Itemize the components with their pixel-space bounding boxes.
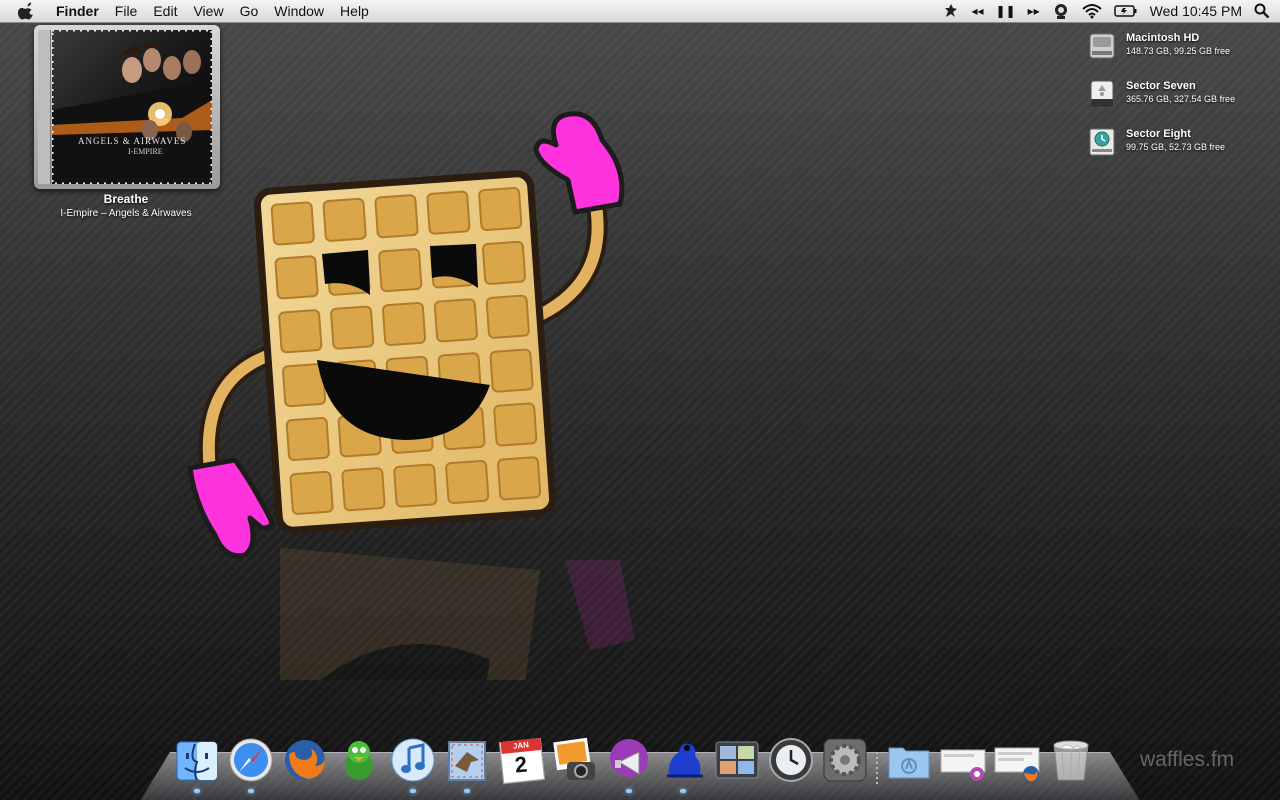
dock-item-frog[interactable] xyxy=(656,736,710,793)
finder-icon xyxy=(176,741,218,781)
waffle-left-mitten xyxy=(187,457,274,559)
dock-item-mail[interactable] xyxy=(440,736,494,793)
megaphone-icon xyxy=(610,739,648,777)
dock-item-time-machine[interactable] xyxy=(764,736,818,790)
firefox-icon xyxy=(285,740,325,780)
trash-icon xyxy=(1053,740,1089,781)
battery-icon[interactable] xyxy=(1113,0,1138,22)
time-machine-drive-icon xyxy=(1089,128,1115,156)
desktop[interactable]: Finder File Edit View Go Window Help ◂◂ … xyxy=(0,0,1280,800)
itunes-prev-icon[interactable]: ◂◂ xyxy=(971,0,983,22)
volume-info: 99.75 GB, 52.73 GB free xyxy=(1126,142,1226,152)
volume-name: Macintosh HD xyxy=(1126,32,1200,44)
menu-help[interactable]: Help xyxy=(332,0,377,22)
running-indicator xyxy=(464,789,470,793)
cd-case-spine xyxy=(38,30,51,184)
growl-icon[interactable] xyxy=(943,0,959,22)
ical-icon: JAN 2 xyxy=(497,736,546,785)
calendar-day: 2 xyxy=(513,751,529,778)
menu-edit[interactable]: Edit xyxy=(145,0,185,22)
apple-icon[interactable] xyxy=(18,2,36,20)
menu-go[interactable]: Go xyxy=(232,0,267,22)
waffle-right-mitten xyxy=(533,111,625,215)
spotlight-icon[interactable] xyxy=(1254,0,1270,22)
running-indicator xyxy=(410,789,416,793)
dock-item-finder[interactable] xyxy=(170,736,224,793)
dock-item-trash[interactable] xyxy=(1044,736,1098,790)
spaces-icon xyxy=(715,741,759,779)
dock-item-adium[interactable] xyxy=(332,736,386,790)
menu-view[interactable]: View xyxy=(185,0,231,22)
dock-item-ical[interactable]: JAN 2 xyxy=(494,736,548,790)
waffle-reflection xyxy=(280,548,635,680)
time-machine-icon xyxy=(769,738,813,782)
menu-window[interactable]: Window xyxy=(266,0,332,22)
menu-bar: Finder File Edit View Go Window Help ◂◂ … xyxy=(0,0,1280,23)
dock-item-iphoto[interactable] xyxy=(548,736,602,790)
running-indicator xyxy=(680,789,686,793)
dock: JAN 2 xyxy=(170,730,1098,793)
dock-item-safari[interactable] xyxy=(224,736,278,793)
firewire-drive-icon xyxy=(1090,80,1114,108)
hard-drive-icon xyxy=(1089,33,1115,59)
volume-info: 148.73 GB, 99.25 GB free xyxy=(1126,46,1231,56)
volume-name: Sector Eight xyxy=(1126,128,1191,140)
adium-icon xyxy=(345,741,373,780)
menu-file[interactable]: File xyxy=(107,0,146,22)
folder-icon xyxy=(888,747,930,779)
clock[interactable]: Wed 10:45 PM xyxy=(1150,0,1242,22)
volume-macintosh-hd[interactable]: Macintosh HD 148.73 GB, 99.25 GB free xyxy=(1088,31,1268,75)
dock-item-hype[interactable] xyxy=(602,736,656,793)
dock-item-system-preferences[interactable] xyxy=(818,736,872,790)
waffle-body xyxy=(253,170,557,534)
menu-app-finder[interactable]: Finder xyxy=(48,0,107,22)
running-indicator xyxy=(194,789,200,793)
dock-stack-downloads[interactable] xyxy=(936,736,990,790)
dock-item-spaces[interactable] xyxy=(710,736,764,790)
running-indicator xyxy=(626,789,632,793)
volume-sector-seven[interactable]: Sector Seven 365.76 GB, 327.54 GB free xyxy=(1088,79,1268,123)
iphoto-icon xyxy=(553,737,595,780)
dock-stack-applications[interactable] xyxy=(882,736,936,790)
frog-icon xyxy=(667,743,703,778)
documents-stack-icon xyxy=(994,747,1040,782)
webcam-icon[interactable] xyxy=(1052,0,1070,22)
volume-info: 365.76 GB, 327.54 GB free xyxy=(1126,94,1236,104)
dock-stack-documents[interactable] xyxy=(990,736,1044,790)
system-preferences-icon xyxy=(823,738,867,782)
menu-extras: ◂◂ ❚❚ ▸▸ Wed 10:45 PM xyxy=(943,0,1270,22)
album-art-title: I-EMPIRE xyxy=(128,147,163,156)
album-art-band: ANGELS & AIRWAVES xyxy=(78,136,187,146)
safari-icon xyxy=(229,738,273,782)
itunes-pause-icon[interactable]: ❚❚ xyxy=(995,0,1015,22)
volume-sector-eight[interactable]: Sector Eight 99.75 GB, 52.73 GB free xyxy=(1088,127,1268,171)
downloads-stack-icon xyxy=(940,749,986,781)
itunes-next-icon[interactable]: ▸▸ xyxy=(1028,0,1040,22)
volume-name: Sector Seven xyxy=(1126,80,1196,92)
dock-item-itunes[interactable] xyxy=(386,736,440,793)
dock-divider[interactable] xyxy=(872,742,882,790)
dock-item-firefox[interactable] xyxy=(278,736,332,790)
running-indicator xyxy=(248,789,254,793)
wifi-icon[interactable] xyxy=(1081,0,1102,22)
mail-icon xyxy=(448,741,486,781)
itunes-icon xyxy=(391,738,435,782)
watermark: waffles.fm xyxy=(1140,748,1235,771)
waffle-mascot-illustration xyxy=(187,111,635,680)
